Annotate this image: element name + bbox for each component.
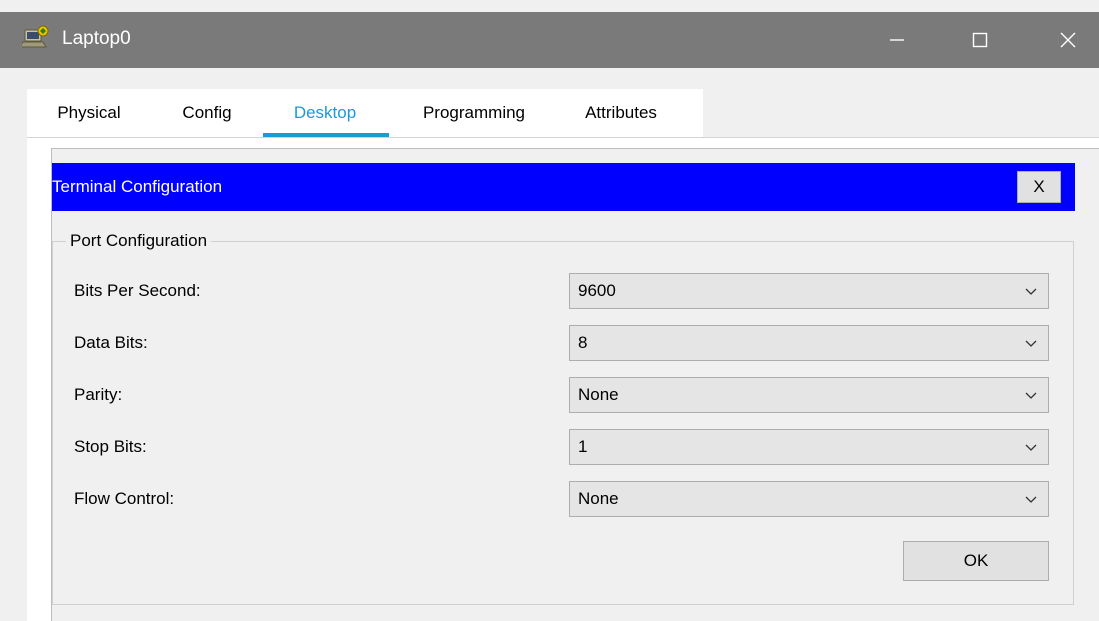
tab-attributes[interactable]: Attributes xyxy=(575,89,667,137)
close-icon xyxy=(1060,32,1076,48)
flow-control-value: None xyxy=(578,489,619,508)
chevron-down-icon xyxy=(1025,444,1037,451)
chevron-down-icon xyxy=(1025,288,1037,295)
group-label: Port Configuration xyxy=(66,229,212,253)
tab-config[interactable]: Config xyxy=(173,89,241,137)
chevron-down-icon xyxy=(1025,496,1037,503)
data-bits-select[interactable]: 8 xyxy=(569,325,1049,361)
bits-per-second-value: 9600 xyxy=(578,281,616,300)
bits-per-second-label: Bits Per Second: xyxy=(74,281,201,300)
terminal-configuration-panel: Terminal Configuration X Port Configurat… xyxy=(51,148,1099,621)
close-window-button[interactable] xyxy=(1037,12,1099,68)
ok-button[interactable]: OK xyxy=(903,541,1049,581)
data-bits-value: 8 xyxy=(578,333,588,352)
minimize-button[interactable] xyxy=(866,12,928,68)
dialog-title: Terminal Configuration xyxy=(52,177,223,196)
stop-bits-value: 1 xyxy=(578,437,588,456)
close-dialog-button[interactable]: X xyxy=(1017,171,1061,203)
laptop-app-icon xyxy=(19,24,52,54)
parity-label: Parity: xyxy=(74,385,123,404)
app-window: Laptop0 Physical Config Desktop Programm… xyxy=(0,0,1099,621)
parity-value: None xyxy=(578,385,619,404)
chevron-down-icon xyxy=(1025,392,1037,399)
parity-select[interactable]: None xyxy=(569,377,1049,413)
chevron-down-icon xyxy=(1025,340,1037,347)
title-bar[interactable]: Laptop0 xyxy=(0,12,1099,68)
tab-bar: Physical Config Desktop Programming Attr… xyxy=(27,89,703,137)
flow-control-label: Flow Control: xyxy=(74,489,175,508)
tab-content: Terminal Configuration X Port Configurat… xyxy=(27,137,1099,621)
maximize-button[interactable] xyxy=(949,12,1011,68)
bits-per-second-select[interactable]: 9600 xyxy=(569,273,1049,309)
data-bits-label: Data Bits: xyxy=(74,333,148,352)
dialog-header: Terminal Configuration X xyxy=(52,163,1075,211)
tab-physical[interactable]: Physical xyxy=(47,89,131,137)
tab-desktop[interactable]: Desktop xyxy=(283,89,367,137)
stop-bits-label: Stop Bits: xyxy=(74,437,147,456)
tab-programming[interactable]: Programming xyxy=(411,89,537,137)
flow-control-select[interactable]: None xyxy=(569,481,1049,517)
maximize-icon xyxy=(972,32,988,48)
minimize-icon xyxy=(890,39,904,41)
stop-bits-select[interactable]: 1 xyxy=(569,429,1049,465)
window-title: Laptop0 xyxy=(62,28,131,49)
